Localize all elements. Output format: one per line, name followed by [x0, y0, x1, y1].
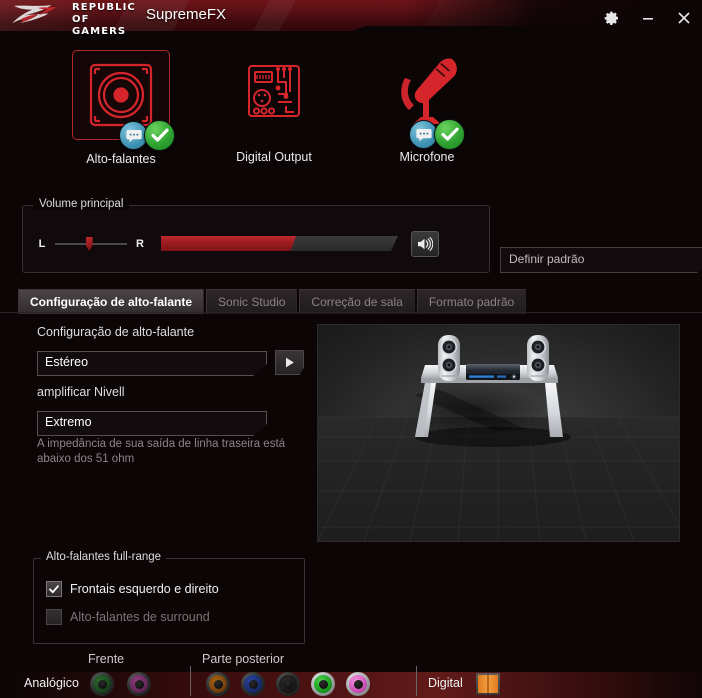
device-label: Microfone [399, 150, 455, 164]
jack-panel: Frente Parte posterior Analógico Digital [0, 648, 702, 698]
checkbox-front-left-right[interactable] [46, 581, 62, 597]
rog-brand: REPUBLIC OF GAMERS [0, 0, 140, 36]
checkbox-label-front-left-right: Frontais esquerdo e direito [70, 582, 219, 596]
jack-hole [283, 679, 293, 689]
jack-hole [97, 679, 107, 689]
rog-line-2: GAMERS [72, 26, 127, 36]
optical-spdif-inner [478, 675, 498, 693]
speaker-layout-preview [317, 324, 680, 542]
checkbox-surround [46, 609, 62, 625]
volume-slider-track[interactable] [161, 236, 398, 251]
chevron-down-icon [257, 427, 264, 434]
optical-spdif-icon[interactable] [476, 673, 500, 695]
speaker-config-value: Estéreo [45, 355, 89, 369]
device-badges [409, 119, 465, 150]
preview-scene [414, 335, 571, 447]
chevron-down-icon [257, 367, 264, 374]
volume-slider-fill [161, 236, 297, 251]
balance-left-label: L [38, 238, 46, 250]
tab-bar: Configuração de alto-falante Sonic Studi… [18, 289, 527, 314]
balance-thumb[interactable] [85, 237, 93, 251]
set-default-button[interactable]: Definir padrão [500, 247, 702, 273]
impedance-hint: A impedância de sua saída de linha trase… [37, 438, 286, 465]
device-icon-frame [72, 50, 175, 151]
checkbox-row-front-left-right[interactable]: Frontais esquerdo e direito [46, 581, 219, 597]
analog-label: Analógico [24, 676, 79, 690]
device-alto-falantes[interactable]: Alto-falantes [46, 50, 196, 166]
digital-label: Digital [428, 676, 463, 690]
device-icon-frame [379, 50, 475, 150]
device-badges [119, 120, 175, 151]
speaker-config-select[interactable]: Estéreo [37, 351, 267, 376]
play-icon [286, 357, 294, 368]
window-controls [600, 4, 696, 32]
jack-rear-surround[interactable] [241, 672, 265, 696]
jack-hole [318, 679, 328, 689]
device-digital-output[interactable]: Digital Output [199, 50, 349, 164]
rog-logo-icon [12, 4, 57, 24]
jack-front-mic[interactable] [127, 672, 151, 696]
jack-group-front-label: Frente [88, 652, 125, 666]
jack-divider-2 [416, 666, 417, 696]
supremefx-window: REPUBLIC OF GAMERS SupremeFX Alto-falant… [0, 0, 702, 698]
tab-underline [0, 312, 702, 313]
jack-rear-line-out[interactable] [311, 672, 335, 696]
full-range-panel: Alto-falantes full-range Frontais esquer… [33, 551, 305, 644]
rog-brand-text: REPUBLIC OF GAMERS [72, 2, 140, 36]
tab-formato-padrao[interactable]: Formato padrão [416, 289, 527, 314]
tab-correcao-de-sala[interactable]: Correção de sala [299, 289, 415, 314]
jack-hole [213, 679, 223, 689]
check-mark-badge [434, 119, 465, 150]
minimize-icon[interactable] [636, 6, 660, 30]
set-default-label: Definir padrão [509, 252, 585, 266]
device-microfone[interactable]: Microfone [352, 50, 502, 164]
volume-panel-legend: Volume principal [33, 198, 130, 210]
full-range-legend: Alto-falantes full-range [41, 551, 167, 563]
check-icon [49, 584, 59, 593]
amplify-level-select[interactable]: Extremo [37, 411, 267, 436]
app-title: SupremeFX [146, 6, 227, 23]
jack-hole [353, 679, 363, 689]
volume-panel: Volume principal L R [22, 198, 490, 273]
close-icon[interactable] [672, 6, 696, 30]
jack-rear-side[interactable] [276, 672, 300, 696]
jack-group-rear-label: Parte posterior [202, 652, 284, 666]
speaker-config-label: Configuração de alto-falante [37, 325, 195, 339]
jack-hole [134, 679, 144, 689]
device-icon-frame [226, 50, 322, 138]
digital-output-icon [248, 65, 300, 117]
tab-configuracao-alto-falante[interactable]: Configuração de alto-falante [18, 289, 205, 314]
checkbox-label-surround: Alto-falantes de surround [70, 610, 210, 624]
jack-rear-center-sub[interactable] [206, 672, 230, 696]
amplify-level-label: amplificar Nivell [37, 385, 125, 399]
device-label: Digital Output [236, 150, 312, 164]
jack-rear-mic-in[interactable] [346, 672, 370, 696]
tab-sonic-studio[interactable]: Sonic Studio [206, 289, 298, 314]
balance-right-label: R [136, 238, 144, 250]
jack-front-headphone[interactable] [90, 672, 114, 696]
device-label: Alto-falantes [86, 152, 156, 166]
device-selector: Alto-falantes Digital Output Microfone [0, 44, 702, 174]
checkbox-row-surround: Alto-falantes de surround [46, 609, 210, 625]
jack-hole [248, 679, 258, 689]
jack-divider-1 [190, 666, 191, 696]
balance-track[interactable] [55, 237, 127, 251]
balance-slider[interactable]: L R [37, 237, 145, 251]
rog-line-1: REPUBLIC OF [72, 2, 136, 25]
amplify-level-value: Extremo [45, 415, 92, 429]
title-bar: REPUBLIC OF GAMERS SupremeFX [0, 0, 702, 36]
gear-icon[interactable] [600, 6, 624, 30]
play-button[interactable] [275, 350, 304, 375]
speaker-volume-icon[interactable] [411, 231, 439, 257]
check-mark-badge [144, 120, 175, 151]
